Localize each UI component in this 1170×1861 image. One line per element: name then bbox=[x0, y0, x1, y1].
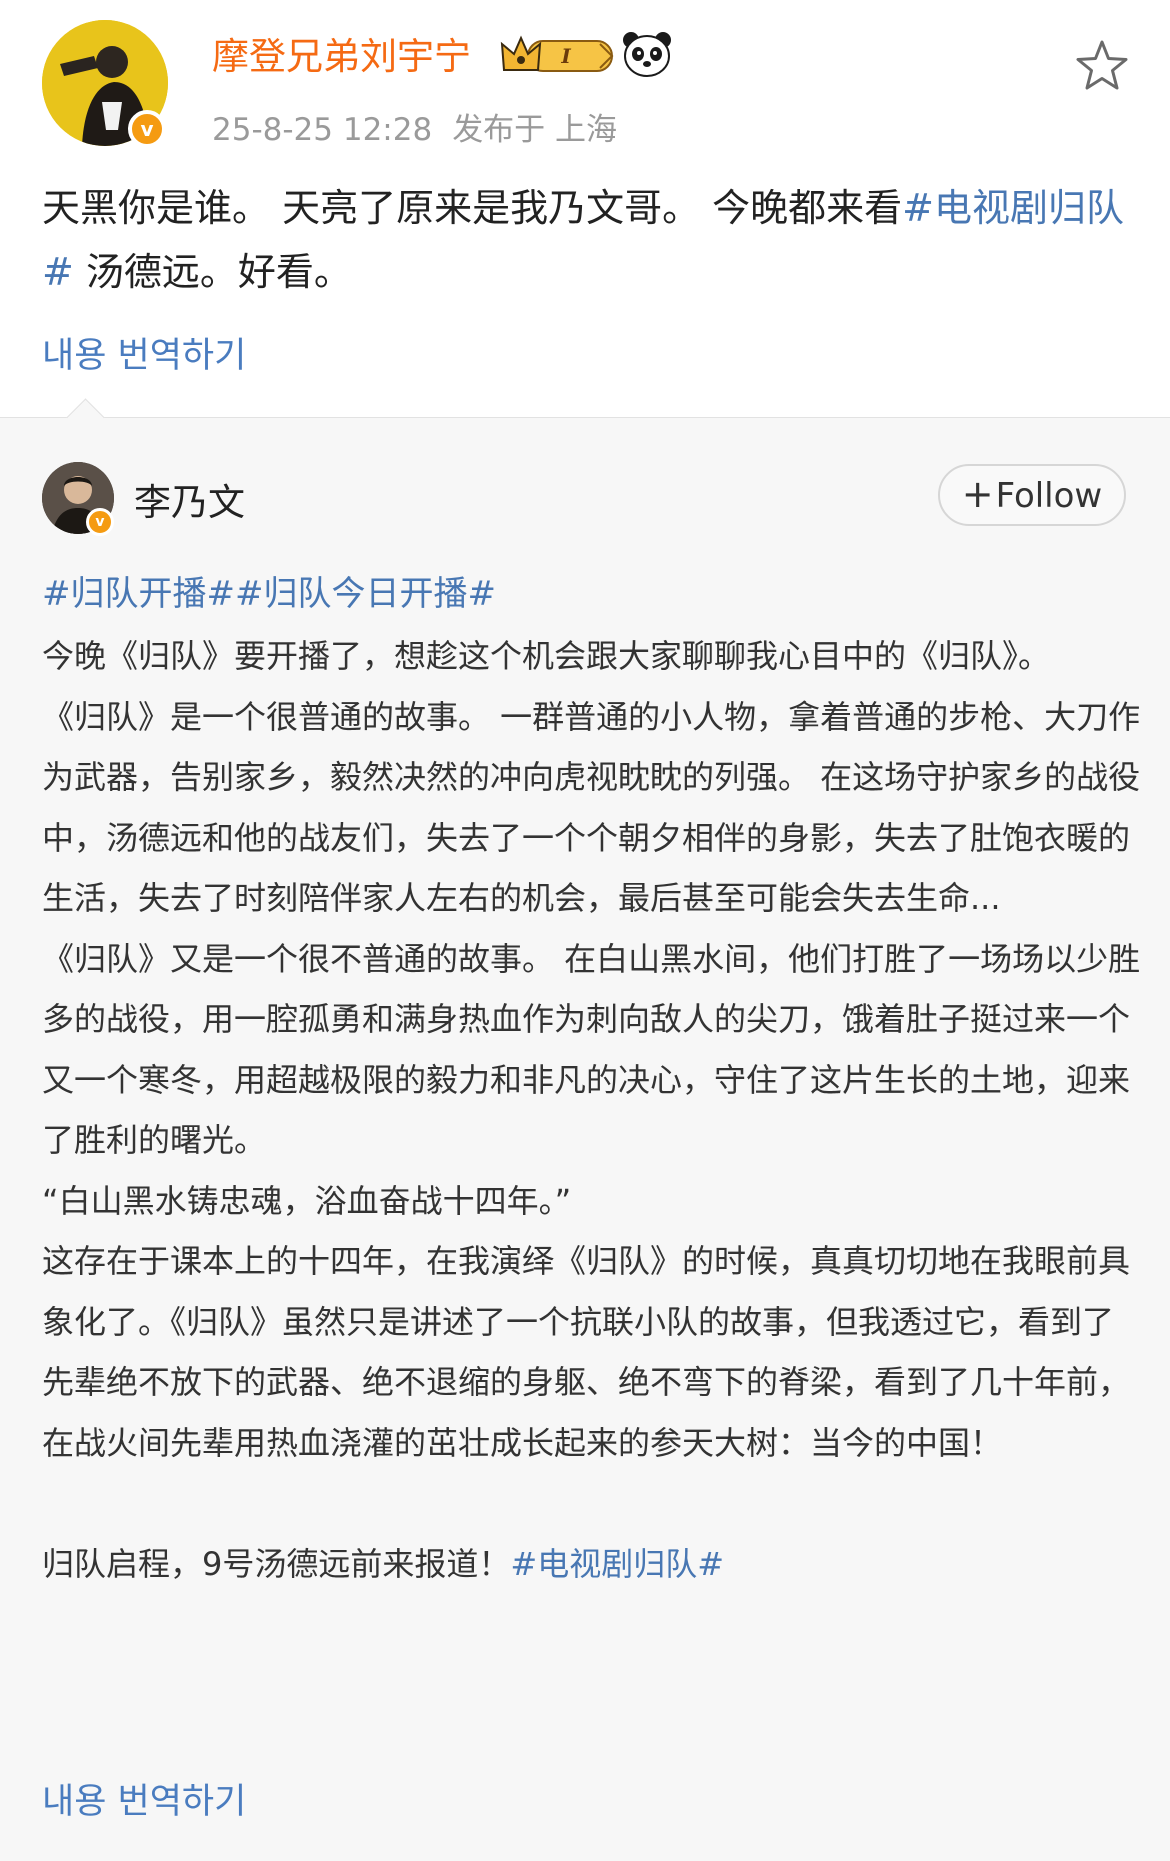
verified-v-icon: v bbox=[86, 508, 114, 536]
repost-closing: 归队启程，9号汤德远前来报道！#电视剧归队# bbox=[42, 1534, 1142, 1595]
repost-text: 今晚《归队》要开播了，想趁这个机会跟大家聊聊我心目中的《归队》。 《归队》是一个… bbox=[42, 626, 1142, 1594]
post-text-end: 汤德远。好看。 bbox=[73, 250, 352, 294]
repost-paragraph: 《归队》又是一个很不普通的故事。 在白山黑水间，他们打胜了一场场以少胜多的战役，… bbox=[42, 939, 1141, 1160]
repost-paragraph: “白山黑水铸忠魂，浴血奋战十四年。” bbox=[42, 1181, 572, 1220]
translate-button[interactable]: 내용 번역하기 bbox=[42, 1773, 246, 1824]
plus-icon: + bbox=[961, 472, 994, 516]
verified-v-icon: v bbox=[128, 110, 166, 148]
original-post: v 摩登兄弟刘宇宁 I 25-8-25 12:28 发布于 上海 天黑你是谁。 天… bbox=[0, 0, 1170, 417]
panda-icon bbox=[623, 32, 671, 77]
reposted-card[interactable]: v 李乃文 +Follow #归队开播##归队今日开播# 今晚《归队》要开播了，… bbox=[0, 398, 1170, 1861]
repost-closing-text: 归队启程，9号汤德远前来报道！ bbox=[42, 1544, 511, 1583]
repost-paragraph: 今晚《归队》要开播了，想趁这个机会跟大家聊聊我心目中的《归队》。 bbox=[42, 637, 1051, 675]
post-text: 天黑你是谁。 天亮了原来是我乃文哥。 今晚都来看#电视剧归队# 汤德远。好看。 bbox=[42, 176, 1132, 304]
post-timestamp: 25-8-25 12:28 bbox=[212, 112, 433, 148]
repost-paragraph: 这存在于课本上的十四年，在我演绎《归队》的时候，真真切切地在我眼前具象化了。《归… bbox=[42, 1242, 1131, 1462]
crown-level-badge-icon[interactable]: I bbox=[498, 32, 618, 78]
post-location: 发布于 上海 bbox=[452, 112, 618, 148]
follow-button[interactable]: +Follow bbox=[938, 464, 1126, 526]
post-meta: 25-8-25 12:28 发布于 上海 bbox=[212, 104, 617, 149]
follow-label: Follow bbox=[995, 476, 1103, 516]
author-name[interactable]: 摩登兄弟刘宇宁 bbox=[212, 26, 471, 80]
post-text-main: 天黑你是谁。 天亮了原来是我乃文哥。 今晚都来看 bbox=[42, 186, 903, 230]
star-outline-icon[interactable] bbox=[1074, 38, 1130, 92]
repost-paragraph: 《归队》是一个很普通的故事。 一群普通的小人物，拿着普通的步枪、大刀作为武器，告… bbox=[42, 697, 1141, 918]
hashtag-link[interactable]: #电视剧归队# bbox=[510, 1545, 724, 1583]
repost-hashtags[interactable]: #归队开播##归队今日开播# bbox=[42, 566, 496, 615]
repost-author-name[interactable]: 李乃文 bbox=[134, 472, 245, 526]
badge-level-text: I bbox=[560, 44, 571, 68]
translate-button[interactable]: 내용 번역하기 bbox=[42, 327, 246, 378]
